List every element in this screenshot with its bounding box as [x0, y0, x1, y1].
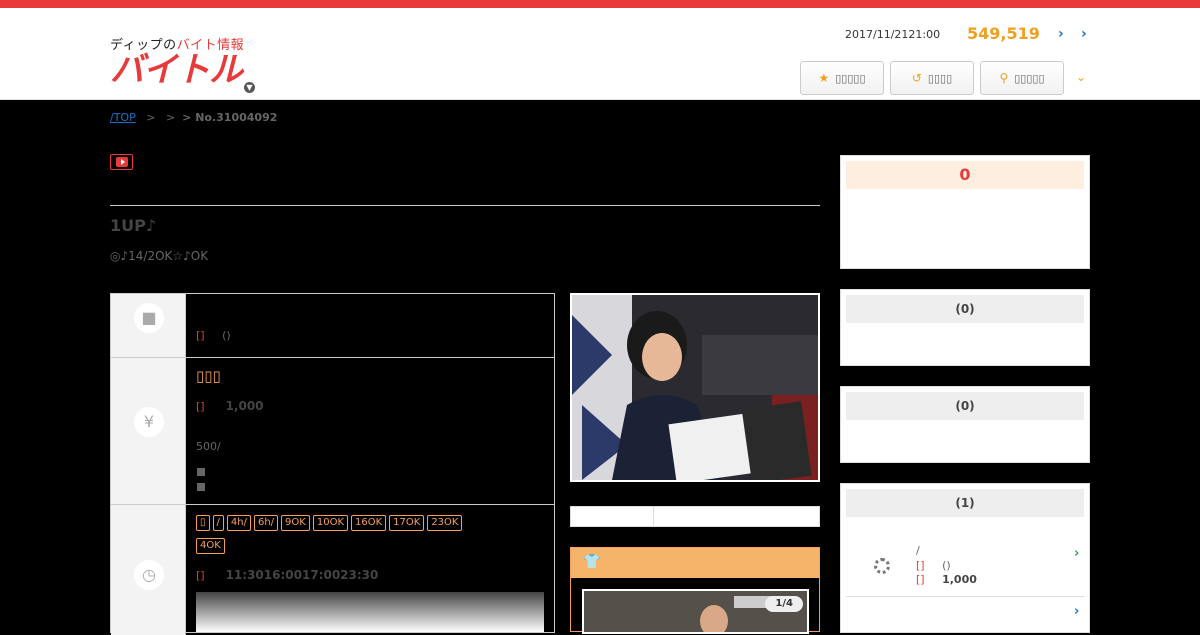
- sidebar-job-line1: /: [916, 544, 920, 557]
- history-button[interactable]: ↺ ▯▯▯▯: [890, 61, 974, 95]
- hours-detail: [] 11:3016:0017:0023:30: [196, 568, 378, 582]
- salary-amount: 1,000: [225, 399, 264, 413]
- site-logo[interactable]: バイトル: [110, 52, 243, 88]
- shirt-icon: 👕: [583, 554, 601, 570]
- bullet-square: [197, 468, 205, 476]
- row-job-type: ■ [] (): [111, 294, 554, 358]
- favorites-button[interactable]: ★ ▯▯▯▯▯: [800, 61, 884, 95]
- divider: [110, 205, 820, 206]
- job-info-table: ■ [] () ¥ ▯▯▯ [] 1,000 500/ ◷ ▯/4h/6h/9O…: [110, 293, 555, 635]
- chevron-down-icon[interactable]: ⌄: [1076, 70, 1086, 84]
- hours-chip: 6h/: [253, 515, 279, 531]
- salary-note: 500/: [196, 440, 221, 453]
- hours-chip: 9OK: [281, 515, 310, 531]
- row-label: ■: [111, 294, 186, 357]
- photo-tabs[interactable]: [570, 506, 820, 527]
- search-icon: ⚲: [999, 71, 1009, 85]
- shift-calendar-image: [196, 592, 544, 632]
- breadcrumb-current: > No.31004092: [182, 111, 278, 124]
- history-icon: ↺: [911, 71, 922, 85]
- sidebar-job-type: (): [942, 559, 951, 572]
- workplace-gallery: 👕 1/4: [570, 547, 820, 634]
- chevron-right-icon[interactable]: ›: [1074, 546, 1079, 561]
- clock-icon: ◷: [134, 560, 164, 590]
- sidebar-counter-value: 0: [846, 161, 1084, 189]
- salary-chips: ▯▯▯: [196, 367, 221, 385]
- gallery-thumbnail[interactable]: 1/4: [582, 589, 809, 634]
- hours-chip: 23OK: [427, 515, 463, 531]
- sidebar-job-salary: 1,000: [942, 573, 977, 586]
- salary-detail: [] 1,000: [196, 399, 264, 413]
- gallery-pager: 1/4: [765, 596, 803, 612]
- sidebar-box-2: (0): [840, 289, 1090, 366]
- star-icon: ★: [818, 71, 830, 85]
- sidebar-box-3-title: (0): [846, 392, 1084, 420]
- job-type-detail: [] (): [196, 329, 231, 342]
- tab-divider: [653, 507, 654, 526]
- gallery-header: 👕: [571, 548, 819, 578]
- sidebar-job-item[interactable]: / [] () [] 1,000 ›: [846, 532, 1084, 597]
- loading-spinner-icon: [874, 558, 890, 574]
- yen-icon: ¥: [134, 407, 164, 437]
- job-type-text: (): [222, 329, 231, 342]
- row-label: ¥: [111, 358, 186, 504]
- breadcrumb: /TOP > > > No.31004092: [110, 111, 277, 124]
- sidebar-box-4: (1) / [] () [] 1,000 › ›: [840, 483, 1090, 633]
- hours-chip: 4OK: [196, 538, 225, 554]
- sidebar-job-line3: [] 1,000: [916, 573, 977, 586]
- sidebar-box-4-title: (1): [846, 489, 1084, 517]
- sidebar-bracket: []: [916, 573, 925, 586]
- row-hours: ◷ ▯/4h/6h/9OK 10OK 16OK 17OK 23OK 4OK [] 11:…: [111, 505, 554, 635]
- briefcase-icon: ■: [134, 303, 164, 333]
- hours-bracket: []: [196, 569, 205, 582]
- site-header: ディップのバイト情報 バイトル ▼ 2017/11/2121:00 549,51…: [0, 8, 1200, 100]
- chevron-right-icon[interactable]: ›: [1074, 604, 1079, 619]
- hours-chips: ▯/4h/6h/9OK 10OK 16OK 17OK 23OK 4OK: [196, 515, 551, 557]
- row-salary: ¥ ▯▯▯ [] 1,000 500/: [111, 358, 554, 505]
- job-type-bracket: []: [196, 329, 205, 342]
- hours-chip: 16OK: [351, 515, 387, 531]
- bullet-square: [197, 483, 205, 491]
- video-icon: [110, 154, 133, 170]
- top-accent-bar: [0, 0, 1200, 8]
- job-main-photo[interactable]: [570, 293, 820, 482]
- chevron-down-icon[interactable]: ▼: [244, 82, 255, 93]
- hours-chip: ▯: [196, 515, 210, 531]
- search-button[interactable]: ⚲ ▯▯▯▯▯: [980, 61, 1064, 95]
- hours-chip: 10OK: [312, 515, 348, 531]
- chevron-right-icon[interactable]: ›: [1081, 26, 1087, 42]
- sidebar-job-line2: [] (): [916, 559, 951, 572]
- sidebar-box-2-title: (0): [846, 295, 1084, 323]
- breadcrumb-separator: >: [165, 111, 176, 124]
- hours-times: 11:3016:0017:0023:30: [225, 568, 379, 582]
- job-subtitle: ◎♪14/2OK☆♪OK: [110, 249, 209, 263]
- hours-chip: /: [212, 515, 224, 531]
- hours-chip: 17OK: [389, 515, 425, 531]
- job-count: 549,519: [967, 24, 1040, 43]
- sidebar-bracket: []: [916, 559, 925, 572]
- job-title: 1UP♪: [110, 216, 157, 235]
- breadcrumb-separator: >: [146, 111, 156, 124]
- breadcrumb-top-link[interactable]: /TOP: [110, 111, 136, 124]
- sidebar-box-counter: 0: [840, 155, 1090, 269]
- row-label: ◷: [111, 505, 186, 635]
- chevron-right-icon[interactable]: ›: [1058, 26, 1064, 42]
- salary-bracket: []: [196, 400, 205, 413]
- sidebar-box-3: (0): [840, 386, 1090, 463]
- hours-chip: 4h/: [226, 515, 251, 531]
- update-datetime: 2017/11/2121:00: [845, 28, 941, 41]
